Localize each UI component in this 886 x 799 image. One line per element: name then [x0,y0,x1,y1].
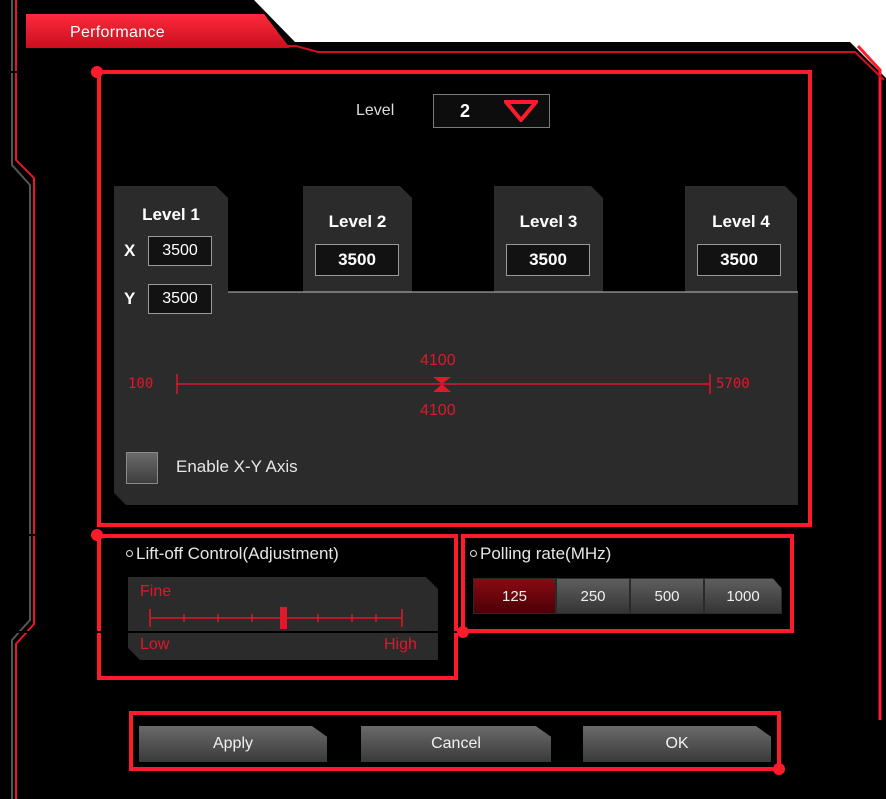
chevron-down-icon[interactable] [504,100,538,122]
liftoff-title: Lift-off Control(Adjustment) [126,544,339,564]
level-1-title: Level 1 [142,205,200,224]
liftoff-high-label: High [384,636,417,653]
dpi-value-top: 4100 [420,352,456,369]
liftoff-fine-label: Fine [140,583,172,600]
dpi-min-label: 100 [128,376,154,392]
level-dropdown[interactable]: 2 [433,94,550,128]
liftoff-title-text: Lift-off Control(Adjustment) [136,544,339,563]
bullet-icon [470,550,477,557]
level-4-input[interactable]: 3500 [697,244,781,276]
bullet-icon [126,550,133,557]
x-axis-label: X [124,241,136,260]
polling-title: Polling rate(MHz) [470,544,611,564]
xy-axis-checkbox[interactable] [126,452,158,484]
tab-performance[interactable]: Performance [70,24,165,42]
level-1-y-input[interactable]: 3500 [148,284,212,314]
polling-option-125[interactable]: 125 [473,578,556,614]
level-3-title: Level 3 [519,212,578,231]
level-2-title: Level 2 [328,212,387,231]
cancel-button[interactable]: Cancel [361,726,551,762]
level-1-x-input[interactable]: 3500 [148,236,212,266]
dpi-value-bottom: 4100 [420,402,456,419]
apply-button[interactable]: Apply [139,726,327,762]
level-4-title: Level 4 [712,212,770,231]
level-2-input[interactable]: 3500 [315,244,399,276]
polling-option-1000[interactable]: 1000 [704,578,782,614]
polling-option-250[interactable]: 250 [556,578,630,614]
xy-axis-label: Enable X-Y Axis [176,457,298,476]
liftoff-slider-handle[interactable] [274,604,293,632]
y-axis-label: Y [124,289,136,308]
dpi-slider-handle[interactable] [432,372,454,396]
level-3-input[interactable]: 3500 [506,244,590,276]
level-value: 2 [460,101,471,121]
polling-option-500[interactable]: 500 [630,578,704,614]
liftoff-low-label: Low [140,636,170,653]
ok-button[interactable]: OK [583,726,771,762]
level-label: Level [356,102,395,119]
polling-title-text: Polling rate(MHz) [480,544,612,563]
dpi-max-label: 5700 [716,376,750,392]
